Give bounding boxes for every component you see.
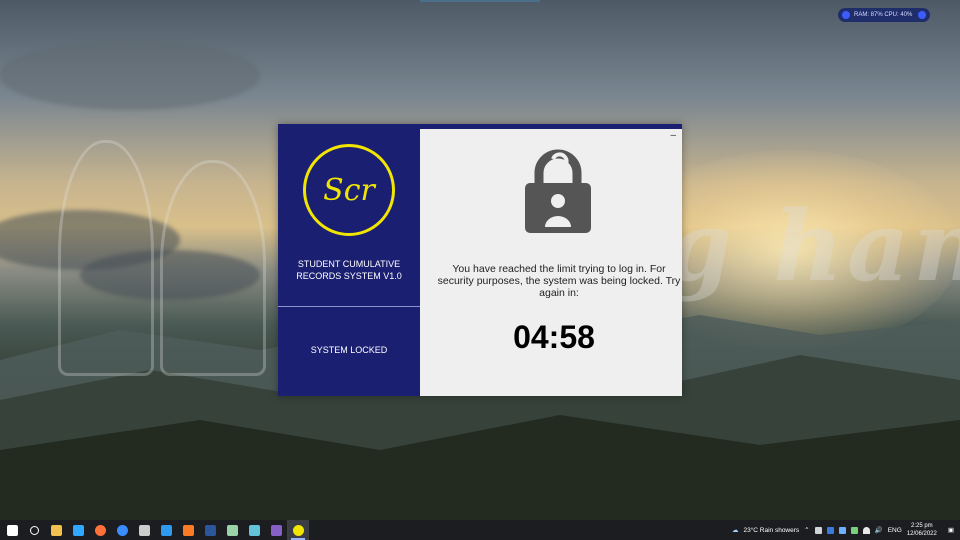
scr-app-icon[interactable] (287, 520, 309, 540)
windows-start-icon[interactable] (1, 520, 23, 540)
ghost-watermark-left (58, 140, 154, 376)
xampp-icon[interactable] (177, 520, 199, 540)
lock-message: You have reached the limit trying to log… (437, 263, 681, 299)
vscode-icon[interactable] (155, 520, 177, 540)
photoshop-icon-glyph (72, 524, 84, 536)
firefox-dev-icon[interactable] (111, 520, 133, 540)
firefox-icon[interactable] (89, 520, 111, 540)
logo-text: Scr (323, 172, 375, 208)
lock-status-label: SYSTEM LOCKED (310, 345, 388, 355)
weather-text[interactable]: 23°C Rain showers (743, 527, 799, 534)
tray-icon[interactable] (850, 526, 858, 534)
word-icon-glyph (204, 524, 216, 536)
wifi-icon[interactable] (862, 526, 870, 534)
lock-content-panel: – You have reached the limit trying to l… (420, 124, 682, 396)
weather-icon: ☁ (731, 527, 739, 534)
mic-icon (842, 11, 850, 19)
clock-time: 2:25 pm (910, 523, 933, 529)
arrow-icon[interactable] (918, 11, 926, 19)
photoshop-icon[interactable] (67, 520, 89, 540)
app-title: STUDENT CUMULATIVE RECORDS SYSTEM V1.0 (296, 259, 402, 281)
chevron-up-icon[interactable]: ⌃ (804, 526, 809, 534)
system-locked-dialog: Scr STUDENT CUMULATIVE RECORDS SYSTEM V1… (278, 124, 682, 396)
app-icon-glyph (226, 524, 238, 536)
visual-studio-icon[interactable] (265, 520, 287, 540)
app-logo: Scr (303, 144, 395, 236)
notification-icon[interactable]: ▣ (942, 526, 960, 534)
tray-icon[interactable] (814, 526, 822, 534)
volume-icon[interactable]: 🔊 (875, 526, 883, 534)
app-icon-2[interactable] (243, 520, 265, 540)
taskbar-apps (0, 520, 309, 540)
countdown-timer: 04:58 (513, 319, 595, 355)
ghost-watermark-right (160, 160, 266, 376)
tray-icon[interactable] (838, 526, 846, 534)
system-monitor-text: RAM: 87% CPU: 40% (854, 12, 913, 18)
vscode-icon-glyph (160, 524, 172, 536)
scr-app-icon-glyph (292, 524, 304, 536)
file-explorer-icon[interactable] (45, 520, 67, 540)
clock-date: 12/06/2022 (906, 531, 937, 537)
visual-studio-icon-glyph (270, 524, 282, 536)
taskbar: ☁ 23°C Rain showers ⌃ 🔊 ENG 2:25 pm 12/0… (0, 520, 960, 540)
word-icon[interactable] (199, 520, 221, 540)
language-indicator[interactable]: ENG (888, 527, 902, 534)
windows-start-icon-glyph (6, 524, 18, 536)
system-monitor-widget[interactable]: RAM: 87% CPU: 40% (838, 8, 930, 22)
system-tray: ☁ 23°C Rain showers ⌃ 🔊 ENG 2:25 pm 12/0… (732, 520, 960, 540)
firefox-dev-icon-glyph (116, 524, 128, 536)
app-icon[interactable] (221, 520, 243, 540)
firefox-icon-glyph (94, 524, 106, 536)
search-icon-glyph (29, 525, 39, 535)
tray-icon[interactable] (826, 526, 834, 534)
terminal-icon-glyph (138, 524, 150, 536)
clock[interactable]: 2:25 pm 12/06/2022 (907, 522, 937, 538)
top-indicator (420, 0, 540, 2)
padlock-user-icon (525, 149, 591, 233)
minimize-button[interactable]: – (670, 131, 676, 141)
search-icon[interactable] (23, 520, 45, 540)
cloud (0, 40, 260, 110)
divider (278, 306, 420, 307)
brand-panel: Scr STUDENT CUMULATIVE RECORDS SYSTEM V1… (278, 124, 420, 396)
terminal-icon[interactable] (133, 520, 155, 540)
xampp-icon-glyph (182, 524, 194, 536)
file-explorer-icon-glyph (50, 524, 62, 536)
app-icon-2-glyph (248, 524, 260, 536)
